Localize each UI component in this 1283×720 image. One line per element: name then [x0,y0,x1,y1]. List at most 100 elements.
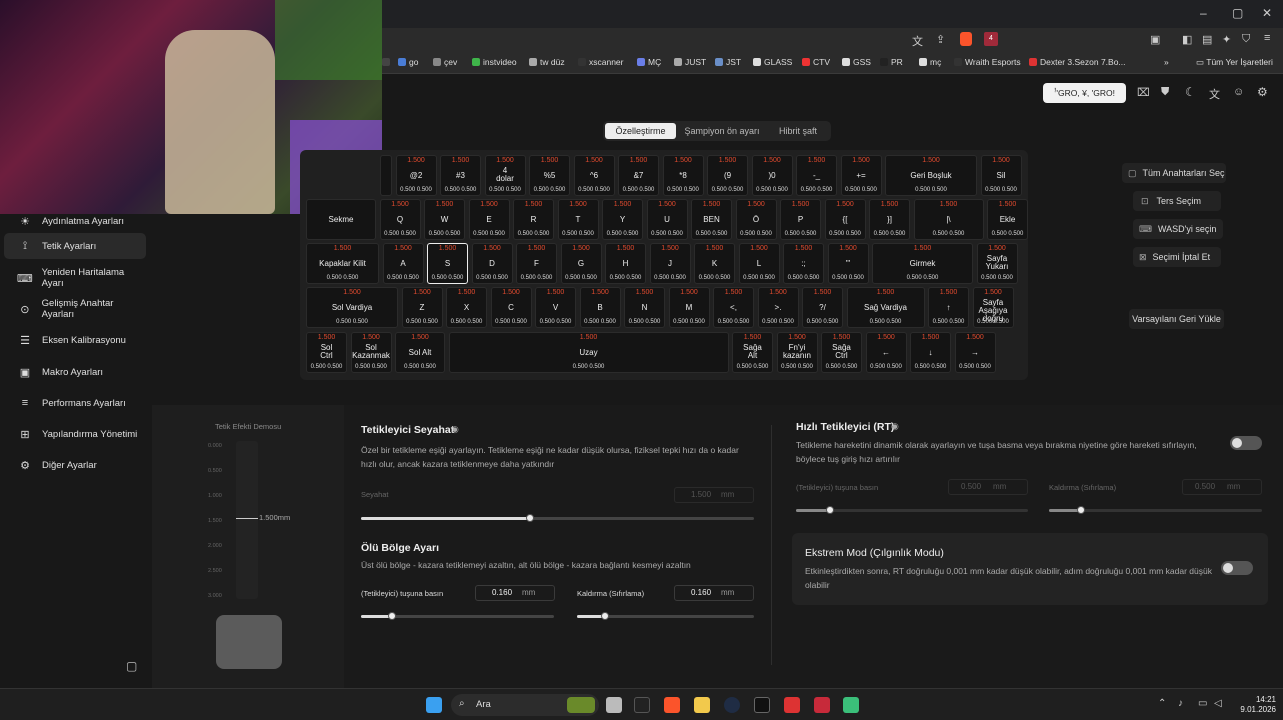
deadzone-press-knob[interactable] [387,612,396,620]
key[interactable]: 1.500 T 0.500 0.500 [557,199,599,240]
bookmark-item[interactable]: Wraith Esports [954,57,1021,67]
bookmark-item[interactable]: tw düz [529,57,565,67]
steam-icon[interactable] [724,697,740,713]
key[interactable]: 1.500)0 0.500 0.500 [751,155,793,196]
app-icon-2[interactable] [754,697,770,713]
key[interactable]: 1.500 (9 0.500 0.500 [707,155,748,196]
bookmark-item[interactable]: MÇ [637,57,661,67]
key[interactable]: 1.500 Sol Kazanmak 0.500 0.500 [350,332,392,373]
key[interactable]: 1.500 Sol Vardiya 0.500 0.500 [306,287,398,328]
key[interactable]: 1.500 N 0.500 0.500 [624,287,665,328]
rt-release-slider[interactable] [1049,506,1262,514]
key[interactable] [380,155,392,196]
key[interactable]: 1.500 Sol Ctrl 0.500 0.500 [306,332,347,373]
key[interactable]: 1.500 Sol Alt 0.500 0.500 [395,332,445,373]
bookmark-item[interactable]: xscanner [578,57,624,67]
sidebar-item[interactable]: ⌨ Yeniden Haritalama Ayarı [4,265,146,291]
moon-icon[interactable]: ☾ [1185,85,1196,99]
key[interactable]: 1.500 Ekle 0.500 0.500 [987,199,1028,240]
valorant-icon[interactable] [814,697,830,713]
brave-rewards-icon[interactable]: 4 [984,32,998,46]
key[interactable]: 1.500 R 0.500 0.500 [513,199,554,240]
rt-release-knob[interactable] [1077,506,1085,514]
bookmarks-more-button[interactable]: » [1164,57,1169,67]
cancel-selection-button[interactable]: ⊠ Seçimi İptal Et [1133,247,1221,267]
taskbar-search[interactable]: ⌕ Ara [451,694,599,716]
app-icon-4[interactable] [843,697,859,713]
tab-champion-preset[interactable]: Şampiyon ön ayarı [679,123,765,139]
bookmark-item[interactable]: mç [919,57,941,67]
key[interactable]: 1.500 G 0.500 0.500 [560,243,602,284]
tray-chevron-icon[interactable]: ⌃ [1158,698,1166,709]
bookmark-item[interactable]: GLASS [753,57,792,67]
bookmark-item[interactable]: CTV [802,57,830,67]
key[interactable]: 1.500 "' 0.500 0.500 [827,243,869,284]
key[interactable]: 1.500 ↓ 0.500 0.500 [910,332,951,373]
network-icon[interactable]: ▭ [1198,698,1207,709]
key[interactable]: 1.500 X 0.500 0.500 [446,287,487,328]
rt-release-input[interactable]: 0.500 mm [1182,479,1262,495]
extreme-toggle[interactable] [1221,561,1253,575]
key[interactable]: 1.500 *8 0.500 0.500 [662,155,704,196]
key[interactable]: 1.500 Sayfa Aşağıya doğru 0.500 0.500 [972,287,1014,328]
key[interactable]: 1.500 Kapaklar Kilit 0.500 0.500 [306,243,379,284]
key[interactable]: 1.500 #3 0.500 0.500 [440,155,481,196]
invert-selection-button[interactable]: ⊡ Ters Seçim [1133,191,1221,211]
extensions-icon[interactable]: ✦ [1222,33,1231,46]
bookmark-item[interactable]: GSS [842,57,871,67]
sidebar-item[interactable]: ⊞ Yapılandırma Yönetimi [4,421,146,447]
travel-info-icon[interactable]: ◉ [451,424,459,435]
key[interactable]: 1.500 4 dolar 0.500 0.500 [484,155,526,196]
device-icon[interactable]: ⌧ [1137,86,1150,99]
key[interactable]: 1.500 >. 0.500 0.500 [757,287,799,328]
volume-icon[interactable]: ◁ [1214,698,1222,709]
deadzone-release-slider[interactable] [577,612,754,620]
bookmark-item[interactable]: go [398,57,418,67]
key[interactable]: 1.500 E 0.500 0.500 [468,199,510,240]
key[interactable]: 1.500 S 0.500 0.500 [427,243,468,284]
key[interactable]: 1.500 D 0.500 0.500 [471,243,513,284]
key[interactable]: 1.500 @2 0.500 0.500 [395,155,437,196]
app-icon-1[interactable] [634,697,650,713]
mic-icon[interactable]: ♪ [1178,698,1183,709]
key[interactable]: 1.500 P 0.500 0.500 [780,199,821,240]
minimize-button[interactable]: – [1200,6,1207,20]
panel-icon[interactable]: ◧ [1182,33,1192,46]
translate-icon[interactable]: 文 [912,33,923,49]
key[interactable]: 1.500 Sağ Vardiya 0.500 0.500 [846,287,925,328]
key[interactable]: 1.500 %5 0.500 0.500 [529,155,570,196]
key[interactable]: 1.500 H 0.500 0.500 [605,243,646,284]
key[interactable]: 1.500 Geri Boşluk 0.500 0.500 [885,155,977,196]
travel-slider-knob[interactable] [525,514,534,522]
sidebar-item[interactable]: ≡ Performans Ayarları [4,390,146,416]
bookmark-item[interactable]: instvideo [472,57,517,67]
key[interactable]: 1.500 Sağa Ctrl 0.500 0.500 [821,332,862,373]
key[interactable]: 1.500 Ö 0.500 0.500 [735,199,777,240]
sidebar-item[interactable]: ☰ Eksen Kalibrasyonu [4,327,146,353]
shirt-icon[interactable]: ⛊ [1161,86,1169,99]
key[interactable]: 1.500 B 0.500 0.500 [579,287,621,328]
key[interactable]: 1.500 J 0.500 0.500 [649,243,691,284]
sidebar-item[interactable]: ⚙ Diğer Ayarlar [4,452,146,478]
key[interactable]: 1.500 ?/ 0.500 0.500 [802,287,843,328]
key[interactable]: 1.500 L 0.500 0.500 [738,243,780,284]
language-icon[interactable]: 文 [1209,86,1220,102]
key[interactable]: 1.500 Q 0.500 0.500 [379,199,421,240]
bookmark-item[interactable]: JST [715,57,741,67]
key[interactable]: 1.500 Sağa Alt 0.500 0.500 [732,332,773,373]
deadzone-release-knob[interactable] [601,612,610,620]
sidebar-toggle-icon[interactable]: ▣ [1150,33,1160,46]
clock[interactable]: 14:21 9.01.2026 [1232,695,1276,715]
vpn-icon[interactable]: ⛉ [1242,33,1250,46]
key[interactable]: 1.500 <, 0.500 0.500 [713,287,754,328]
deadzone-press-slider[interactable] [361,612,554,620]
app-icon-3[interactable] [784,697,800,713]
key[interactable]: 1.500 {[0.500 0.500 [824,199,866,240]
deadzone-release-input[interactable]: 0.160 mm [674,585,754,601]
key[interactable]: 1.500 ^6 0.500 0.500 [573,155,615,196]
tab-customization[interactable]: Özelleştirme [605,123,676,139]
bookmark-item[interactable]: PR [880,57,903,67]
key[interactable]: 1.500 C 0.500 0.500 [490,287,532,328]
all-bookmarks-button[interactable]: ▭ Tüm Yer İşaretleri [1196,57,1273,68]
rt-toggle[interactable] [1230,436,1262,450]
